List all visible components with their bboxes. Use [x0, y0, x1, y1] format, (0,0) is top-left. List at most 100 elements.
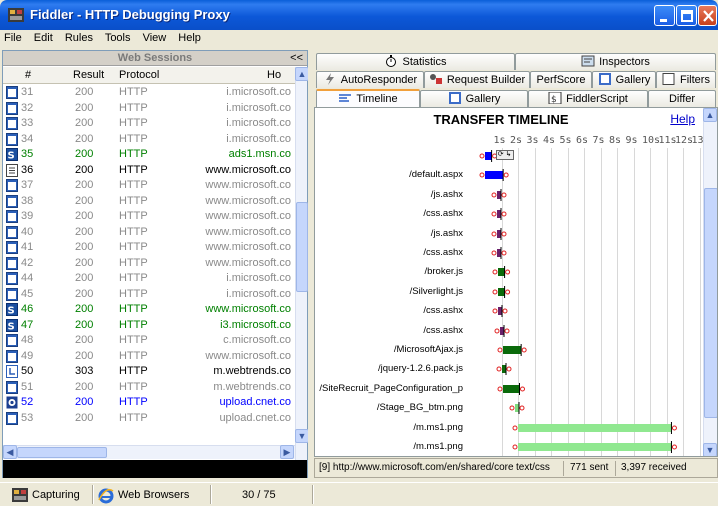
session-row[interactable]: S 35 200 HTTP ads1.msn.co — [3, 147, 295, 163]
timeline-bar[interactable] — [512, 440, 682, 454]
menu-edit[interactable]: Edit — [34, 32, 53, 44]
help-link[interactable]: Help — [670, 112, 695, 126]
scroll-down-arrow-icon[interactable]: ▼ — [295, 429, 309, 443]
sessions-horizontal-scroll-thumb[interactable] — [17, 447, 107, 458]
tab-autoresponder[interactable]: AutoResponder — [316, 71, 424, 88]
timeline-bar[interactable] — [491, 246, 509, 260]
session-row[interactable]: 51 200 HTTP m.webtrends.co — [3, 380, 295, 396]
minimize-button[interactable] — [654, 5, 675, 26]
timeline-bar[interactable] — [494, 324, 514, 338]
session-row[interactable]: 48 200 HTTP c.microsoft.co — [3, 333, 295, 349]
column-header-host[interactable]: Ho — [267, 69, 281, 81]
scroll-up-arrow-icon[interactable]: ▲ — [703, 108, 717, 122]
timeline-row-label[interactable]: /css.ashx — [423, 247, 463, 258]
session-row[interactable]: 34 200 HTTP i.microsoft.co — [3, 132, 295, 148]
column-header-protocol[interactable]: Protocol — [119, 69, 159, 81]
session-host: m.webtrends.co — [213, 380, 291, 393]
session-row[interactable]: S 46 200 HTTP www.microsoft.co — [3, 302, 295, 318]
scroll-up-arrow-icon[interactable]: ▲ — [295, 67, 309, 81]
session-row[interactable]: 39 200 HTTP www.microsoft.co — [3, 209, 295, 225]
collapse-button[interactable]: << — [290, 51, 303, 66]
tab-differ[interactable]: Differ — [648, 90, 716, 107]
session-row[interactable]: 44 200 HTTP i.microsoft.co — [3, 271, 295, 287]
timeline-row-label[interactable]: /m.ms1.png — [413, 441, 463, 452]
tab-timeline[interactable]: Timeline — [316, 89, 420, 108]
session-row[interactable]: 40 200 HTTP www.microsoft.co — [3, 225, 295, 241]
tab-statistics[interactable]: Statistics — [316, 53, 515, 70]
scroll-right-arrow-icon[interactable]: ▶ — [280, 445, 294, 459]
column-header-number[interactable]: # — [25, 69, 31, 81]
menu-help[interactable]: Help — [178, 32, 201, 44]
scroll-down-arrow-icon[interactable]: ▼ — [703, 443, 717, 456]
menu-view[interactable]: View — [143, 32, 167, 44]
session-number: 44 — [21, 272, 34, 284]
timeline-row-label[interactable]: /js.ashx — [431, 228, 463, 239]
quickexec-box[interactable] — [3, 460, 307, 478]
maximize-button[interactable] — [676, 5, 697, 26]
session-row[interactable]: 41 200 HTTP www.microsoft.co — [3, 240, 295, 256]
timeline-row-label[interactable]: /css.ashx — [423, 325, 463, 336]
timeline-row-label[interactable]: /m.ms1.png — [413, 422, 463, 433]
timeline-row-label[interactable]: /Stage_BG_btm.png — [377, 402, 463, 413]
session-row[interactable]: 36 200 HTTP www.microsoft.co — [3, 163, 295, 179]
timeline-bar[interactable] — [479, 168, 514, 182]
timeline-bar[interactable] — [496, 362, 516, 376]
sessions-vertical-scrollbar[interactable]: ▲ ▼ — [295, 67, 309, 460]
timeline-tick-label: 9s — [625, 135, 638, 146]
tab-request-builder[interactable]: Request Builder — [424, 71, 530, 88]
timeline-bar[interactable] — [509, 401, 527, 415]
timeline-row-label[interactable]: /jquery-1.2.6.pack.js — [378, 363, 463, 374]
tab-perfscore[interactable]: PerfScore — [530, 71, 592, 88]
inspectors-icon — [581, 55, 595, 67]
timeline-row-label[interactable]: /MicrosoftAjax.js — [394, 344, 463, 355]
process-filter[interactable]: Web Browsers — [118, 487, 189, 503]
menu-tools[interactable]: Tools — [105, 32, 131, 44]
session-row[interactable]: 45 200 HTTP i.microsoft.co — [3, 287, 295, 303]
session-row[interactable]: 31 200 HTTP i.microsoft.co — [3, 85, 295, 101]
session-row[interactable]: S 47 200 HTTP i3.microsoft.co — [3, 318, 295, 334]
timeline-bar[interactable] — [492, 285, 515, 299]
timeline-vertical-scrollbar[interactable]: ▲ ▼ — [703, 108, 717, 456]
tab-filters[interactable]: Filters — [656, 71, 716, 88]
menu-file[interactable]: File — [4, 32, 22, 44]
session-row[interactable]: 42 200 HTTP www.microsoft.co — [3, 256, 295, 272]
timeline-bar[interactable] — [497, 343, 532, 357]
scroll-left-arrow-icon[interactable]: ◀ — [3, 445, 17, 459]
timeline-scroll-thumb[interactable] — [704, 188, 717, 418]
timeline-bar[interactable] — [491, 188, 509, 202]
session-row[interactable]: 33 200 HTTP i.microsoft.co — [3, 116, 295, 132]
sessions-vertical-scroll-thumb[interactable] — [296, 202, 308, 292]
tab-fiddlerscript[interactable]: $ FiddlerScript — [528, 90, 648, 107]
tab-inspectors[interactable]: Inspectors — [515, 53, 716, 70]
timeline-bar[interactable] — [497, 382, 530, 396]
timeline-bar[interactable] — [512, 421, 682, 435]
timeline-row-label[interactable]: /css.ashx — [423, 305, 463, 316]
session-row[interactable]: 50 303 HTTP m.webtrends.co — [3, 364, 295, 380]
timeline-row-label[interactable]: /css.ashx — [423, 208, 463, 219]
session-row[interactable]: 49 200 HTTP www.microsoft.co — [3, 349, 295, 365]
sessions-horizontal-scrollbar[interactable]: ◀ ▶ — [3, 445, 295, 459]
title-bar[interactable]: Fiddler - HTTP Debugging Proxy — [0, 0, 718, 30]
session-row[interactable]: 52 200 HTTP upload.cnet.co — [3, 395, 295, 411]
timeline-row-label[interactable]: /Silverlight.js — [410, 286, 463, 297]
timeline-row-label[interactable]: /broker.js — [424, 266, 463, 277]
timeline-bar[interactable] — [491, 227, 509, 241]
session-row[interactable]: 53 200 HTTP upload.cnet.co — [3, 411, 295, 427]
session-number: 47 — [21, 318, 34, 331]
tab-gallery[interactable]: Gallery — [420, 90, 528, 107]
timeline-row-label[interactable]: /js.ashx — [431, 189, 463, 200]
close-button[interactable] — [698, 5, 717, 26]
timeline-bar[interactable] — [491, 207, 509, 221]
capturing-toggle[interactable]: Capturing — [32, 487, 80, 503]
timeline-bar[interactable] — [492, 265, 515, 279]
timeline-row-label[interactable]: /SiteRecruit_PageConfiguration_p — [319, 383, 463, 394]
timeline-bar[interactable] — [492, 304, 512, 318]
session-row[interactable]: 37 200 HTTP www.microsoft.co — [3, 178, 295, 194]
session-row[interactable]: 38 200 HTTP www.microsoft.co — [3, 194, 295, 210]
session-host: www.microsoft.co — [205, 303, 291, 315]
menu-rules[interactable]: Rules — [65, 32, 93, 44]
session-row[interactable]: 32 200 HTTP i.microsoft.co — [3, 101, 295, 117]
timeline-row-label[interactable]: /default.aspx — [409, 169, 463, 180]
tab-gallery-top[interactable]: Gallery — [592, 71, 656, 88]
column-header-result[interactable]: Result — [73, 69, 104, 81]
